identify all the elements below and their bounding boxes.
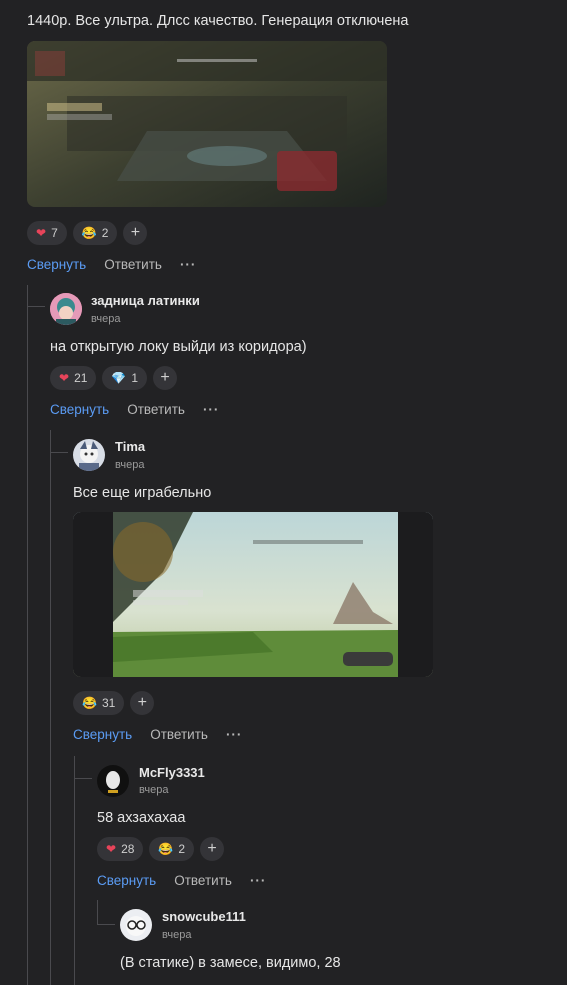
attached-screenshot-image[interactable] (73, 512, 433, 677)
heart-icon: ❤ (59, 371, 70, 385)
avatar[interactable] (73, 439, 105, 471)
laughing-emoji-icon: 😂 (81, 226, 97, 240)
reaction-count: 21 (74, 371, 88, 385)
reply-button[interactable]: Ответить (174, 873, 232, 888)
reaction-bar: ❤ 7 😂 2 + (27, 221, 148, 245)
author-name[interactable]: задница латинки (91, 293, 200, 308)
user-avatar-image (50, 293, 82, 325)
add-reaction-button[interactable]: + (130, 691, 155, 715)
reaction-count: 2 (101, 226, 109, 240)
plus-icon: + (130, 224, 141, 241)
timestamp: вчера (91, 313, 121, 325)
timestamp: вчера (115, 459, 145, 471)
reaction-count: 2 (178, 842, 186, 856)
add-reaction-button[interactable]: + (200, 837, 225, 861)
comment-text: на открытую локу выйди из коридора) (50, 339, 307, 355)
plus-icon: + (207, 840, 217, 857)
collapse-button[interactable]: Свернуть (27, 257, 86, 272)
more-options-button[interactable]: ··· (250, 873, 267, 888)
collapse-button[interactable]: Свернуть (97, 873, 156, 888)
reaction-count: 1 (131, 371, 139, 385)
collapse-button[interactable]: Свернуть (50, 402, 109, 417)
comment-text: (В статике) в замесе, видимо, 28 (120, 955, 341, 971)
game-landscape-scene (73, 512, 433, 677)
author-name[interactable]: Tima (115, 439, 145, 454)
heart-icon: ❤ (106, 842, 117, 856)
avatar[interactable] (50, 293, 82, 325)
reaction-count: 31 (101, 696, 116, 710)
timestamp: вчера (162, 929, 192, 941)
collapse-button[interactable]: Свернуть (73, 727, 132, 742)
timestamp: вчера (139, 784, 169, 796)
more-options-button[interactable]: ··· (180, 257, 197, 272)
comment-text: Все еще играбельно (73, 485, 212, 501)
reaction-heart[interactable]: ❤ 21 (50, 366, 97, 390)
add-reaction-button[interactable]: + (153, 366, 178, 390)
reply-button[interactable]: Ответить (150, 727, 208, 742)
reply-button[interactable]: Ответить (127, 402, 185, 417)
more-options-button[interactable]: ··· (226, 727, 243, 742)
author-name[interactable]: McFly3331 (139, 765, 205, 780)
laughing-emoji-icon: 😂 (158, 842, 174, 856)
reaction-heart[interactable]: ❤ 28 (97, 837, 144, 861)
laughing-emoji-icon: 😂 (82, 696, 97, 710)
author-name[interactable]: snowcube111 (162, 909, 246, 924)
more-options-button[interactable]: ··· (203, 402, 220, 417)
avatar[interactable] (120, 909, 152, 941)
reaction-bar: ❤ 28 😂 2 + (97, 837, 225, 861)
user-avatar-image (73, 439, 105, 471)
comment-actions: Свернуть Ответить ··· (73, 727, 242, 742)
reaction-heart[interactable]: ❤ 7 (27, 221, 67, 245)
plus-icon: + (137, 694, 147, 711)
attached-screenshot-image[interactable] (27, 41, 387, 207)
reaction-bar: 😂 31 + (73, 691, 155, 715)
add-reaction-button[interactable]: + (123, 221, 148, 245)
reaction-laugh[interactable]: 😂 31 (73, 691, 125, 715)
reaction-laugh[interactable]: 😂 2 (149, 837, 195, 861)
comment-actions: Свернуть Ответить ··· (27, 257, 196, 272)
plus-icon: + (160, 369, 170, 386)
comment-actions: Свернуть Ответить ··· (97, 873, 266, 888)
reply-button[interactable]: Ответить (104, 257, 162, 272)
reaction-count: 28 (121, 842, 135, 856)
user-avatar-image (97, 765, 129, 797)
reaction-bar: ❤ 21 💎 1 + (50, 366, 178, 390)
reaction-diamond[interactable]: 💎 1 (102, 366, 148, 390)
comment-text: 1440р. Все ультра. Длсс качество. Генера… (27, 13, 409, 29)
reaction-laugh[interactable]: 😂 2 (72, 221, 118, 245)
comment-actions: Свернуть Ответить ··· (50, 402, 219, 417)
reaction-count: 7 (51, 226, 58, 240)
avatar[interactable] (97, 765, 129, 797)
comment-text: 58 ахзахахаа (97, 810, 186, 826)
user-avatar-image (120, 909, 152, 941)
game-corridor-scene (27, 41, 387, 207)
heart-icon: ❤ (36, 226, 47, 240)
diamond-icon: 💎 (111, 371, 127, 385)
